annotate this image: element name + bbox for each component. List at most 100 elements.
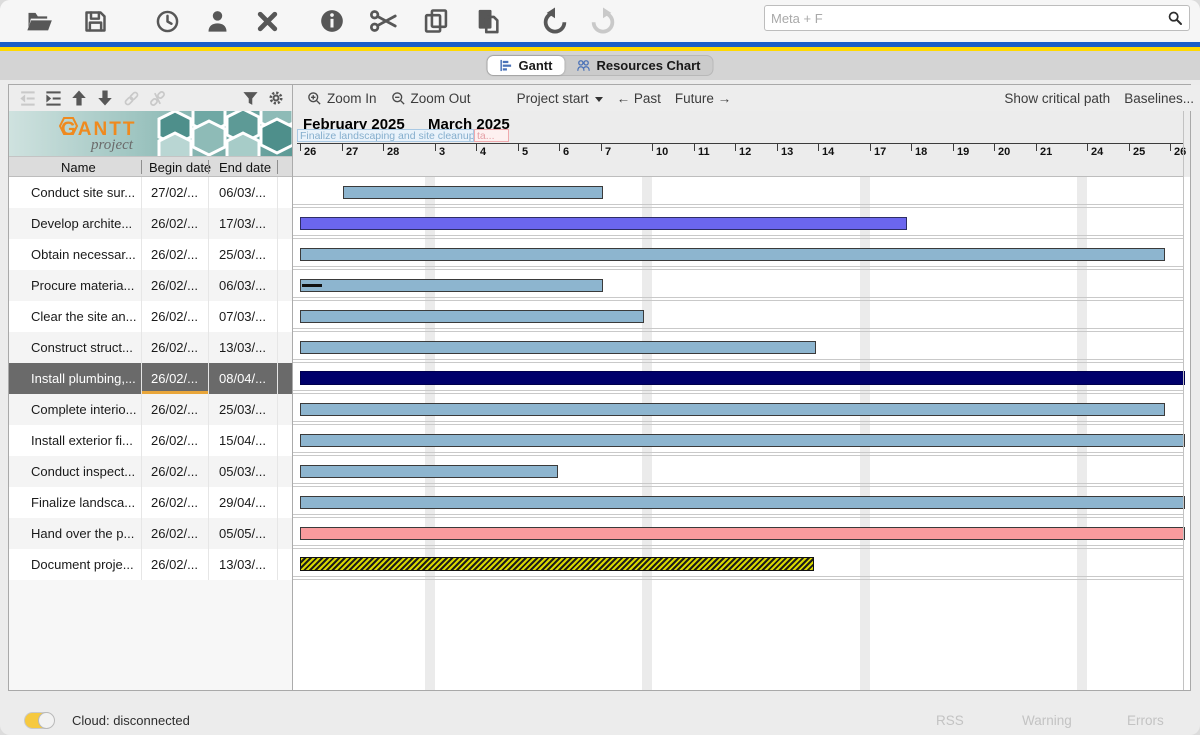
- search-input[interactable]: [765, 11, 1167, 26]
- baselines-button[interactable]: Baselines...: [1124, 91, 1194, 106]
- task-name-cell[interactable]: Install exterior fi...: [31, 433, 139, 448]
- errors-button[interactable]: Errors: [1127, 713, 1164, 728]
- unindent-button[interactable]: [15, 86, 39, 110]
- task-end-cell[interactable]: 25/03/...: [208, 402, 277, 417]
- task-end-cell[interactable]: 05/05/...: [208, 526, 277, 541]
- task-end-cell[interactable]: 08/04/...: [208, 371, 277, 386]
- task-row[interactable]: Conduct inspect...26/02/...05/03/...: [9, 456, 292, 487]
- save-project-button[interactable]: [78, 4, 112, 38]
- column-header-begin-date[interactable]: Begin date: [149, 160, 211, 175]
- task-end-cell[interactable]: 07/03/...: [208, 309, 277, 324]
- task-name-cell[interactable]: Hand over the p...: [31, 526, 139, 541]
- move-up-button[interactable]: [67, 86, 91, 110]
- gantt-bar[interactable]: [300, 557, 814, 571]
- task-row[interactable]: Procure materia...26/02/...06/03/...: [9, 270, 292, 301]
- gantt-bar[interactable]: [300, 434, 1185, 447]
- zoom-out-button[interactable]: Zoom Out: [391, 91, 471, 106]
- task-name-cell[interactable]: Finalize landsca...: [31, 495, 139, 510]
- unlink-tasks-button[interactable]: [145, 86, 169, 110]
- rss-button[interactable]: RSS: [936, 713, 964, 728]
- task-row[interactable]: Hand over the p...26/02/...05/05/...: [9, 518, 292, 549]
- task-end-cell[interactable]: 06/03/...: [208, 278, 277, 293]
- cloud-toggle[interactable]: [24, 712, 54, 729]
- gantt-chart[interactable]: [293, 177, 1183, 690]
- delete-button[interactable]: [250, 4, 284, 38]
- properties-button[interactable]: [315, 4, 349, 38]
- cut-button[interactable]: [367, 4, 401, 38]
- task-name-cell[interactable]: Document proje...: [31, 557, 139, 572]
- redo-button[interactable]: [586, 4, 620, 38]
- task-name-cell[interactable]: Construct struct...: [31, 340, 139, 355]
- gantt-bar[interactable]: [300, 279, 603, 292]
- gantt-bar[interactable]: [300, 371, 1185, 385]
- task-begin-cell[interactable]: 26/02/...: [141, 247, 208, 262]
- project-start-button[interactable]: Project start: [517, 91, 589, 106]
- task-begin-cell[interactable]: 26/02/...: [141, 433, 208, 448]
- task-end-cell[interactable]: 29/04/...: [208, 495, 277, 510]
- task-begin-cell[interactable]: 26/02/...: [141, 402, 208, 417]
- task-begin-cell[interactable]: 26/02/...: [141, 495, 208, 510]
- tab-resources-chart[interactable]: Resources Chart: [564, 56, 712, 75]
- gantt-bar[interactable]: [343, 186, 603, 199]
- task-end-cell[interactable]: 25/03/...: [208, 247, 277, 262]
- gantt-bar[interactable]: [300, 527, 1185, 540]
- link-tasks-button[interactable]: [119, 86, 143, 110]
- scroll-future-button[interactable]: Future →: [675, 91, 731, 106]
- task-row[interactable]: Complete interio...26/02/...25/03/...: [9, 394, 292, 425]
- task-begin-cell[interactable]: 26/02/...: [141, 464, 208, 479]
- undo-button[interactable]: [538, 4, 572, 38]
- task-name-cell[interactable]: Develop archite...: [31, 216, 139, 231]
- task-name-cell[interactable]: Procure materia...: [31, 278, 139, 293]
- task-row[interactable]: Document proje...26/02/...13/03/...: [9, 549, 292, 580]
- task-begin-cell[interactable]: 26/02/...: [141, 216, 208, 231]
- task-row[interactable]: Finalize landsca...26/02/...29/04/...: [9, 487, 292, 518]
- task-row[interactable]: Construct struct...26/02/...13/03/...: [9, 332, 292, 363]
- task-row[interactable]: Conduct site sur...27/02/...06/03/...: [9, 177, 292, 208]
- task-name-cell[interactable]: Conduct site sur...: [31, 185, 139, 200]
- column-header-name[interactable]: Name: [61, 160, 96, 175]
- task-begin-cell[interactable]: 26/02/...: [141, 309, 208, 324]
- warning-button[interactable]: Warning: [1022, 713, 1072, 728]
- filter-button[interactable]: [238, 86, 262, 110]
- task-end-cell[interactable]: 05/03/...: [208, 464, 277, 479]
- task-name-cell[interactable]: Obtain necessar...: [31, 247, 139, 262]
- task-row[interactable]: Obtain necessar...26/02/...25/03/...: [9, 239, 292, 270]
- task-row[interactable]: Develop archite...26/02/...17/03/...: [9, 208, 292, 239]
- task-begin-cell[interactable]: 27/02/...: [141, 185, 208, 200]
- resource-button[interactable]: [200, 4, 234, 38]
- zoom-in-button[interactable]: Zoom In: [307, 91, 377, 106]
- move-down-button[interactable]: [93, 86, 117, 110]
- settings-button[interactable]: [264, 86, 288, 110]
- task-name-cell[interactable]: Conduct inspect...: [31, 464, 139, 479]
- copy-button[interactable]: [419, 4, 453, 38]
- task-end-cell[interactable]: 13/03/...: [208, 557, 277, 572]
- gantt-bar[interactable]: [300, 310, 644, 323]
- task-end-cell[interactable]: 17/03/...: [208, 216, 277, 231]
- task-begin-cell[interactable]: 26/02/...: [141, 371, 208, 386]
- scroll-past-button[interactable]: ← Past: [617, 91, 661, 106]
- task-begin-cell[interactable]: 26/02/...: [141, 526, 208, 541]
- task-row[interactable]: Install exterior fi...26/02/...15/04/...: [9, 425, 292, 456]
- show-critical-path-button[interactable]: Show critical path: [1004, 91, 1110, 106]
- open-project-button[interactable]: [22, 4, 56, 38]
- task-begin-cell[interactable]: 26/02/...: [141, 557, 208, 572]
- gantt-bar[interactable]: [300, 496, 1185, 509]
- gantt-bar[interactable]: [300, 248, 1165, 261]
- task-end-cell[interactable]: 15/04/...: [208, 433, 277, 448]
- indent-button[interactable]: [41, 86, 65, 110]
- task-end-cell[interactable]: 06/03/...: [208, 185, 277, 200]
- paste-button[interactable]: [471, 4, 505, 38]
- task-end-cell[interactable]: 13/03/...: [208, 340, 277, 355]
- task-begin-cell[interactable]: 26/02/...: [141, 340, 208, 355]
- task-name-cell[interactable]: Clear the site an...: [31, 309, 139, 324]
- task-begin-cell[interactable]: 26/02/...: [141, 278, 208, 293]
- task-name-cell[interactable]: Complete interio...: [31, 402, 139, 417]
- gantt-bar[interactable]: [300, 403, 1165, 416]
- gantt-bar[interactable]: [300, 341, 816, 354]
- history-button[interactable]: [150, 4, 184, 38]
- task-row[interactable]: Clear the site an...26/02/...07/03/...: [9, 301, 292, 332]
- gantt-bar[interactable]: [300, 217, 907, 230]
- column-header-end-date[interactable]: End date: [219, 160, 271, 175]
- task-name-cell[interactable]: Install plumbing,...: [31, 371, 139, 386]
- task-row[interactable]: Install plumbing,...26/02/...08/04/...: [9, 363, 292, 394]
